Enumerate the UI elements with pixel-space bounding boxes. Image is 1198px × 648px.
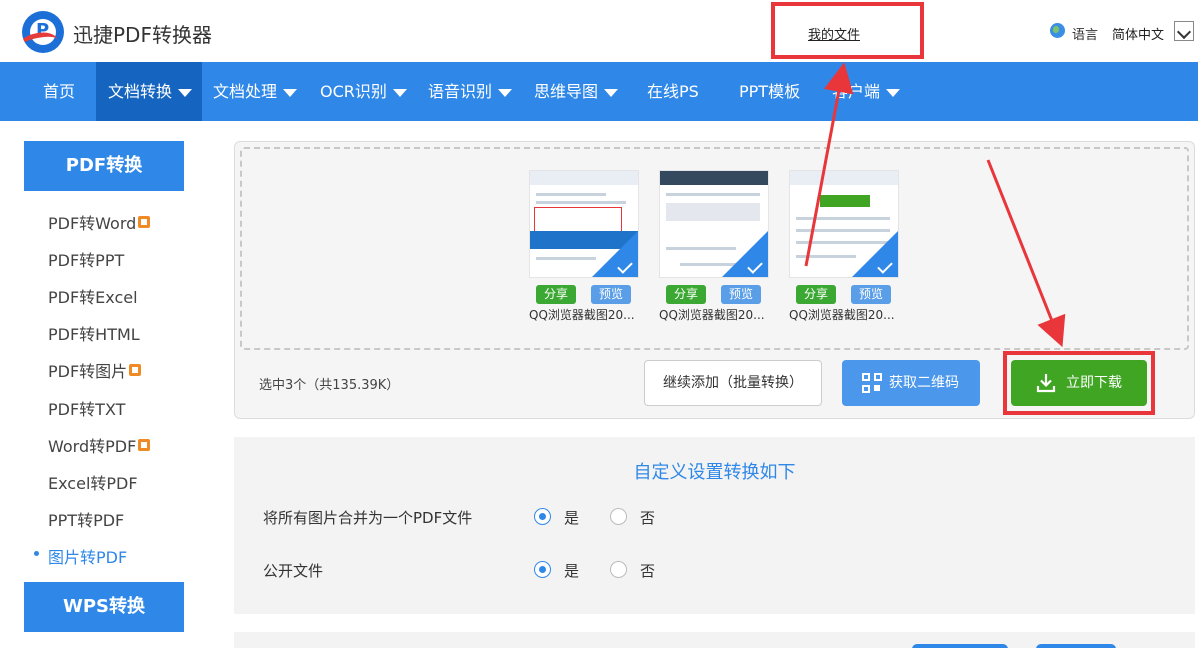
nav-item-ocr[interactable]: OCR识别 [320, 62, 407, 121]
partial-button[interactable] [912, 644, 1008, 648]
download-now-button[interactable]: 立即下载 [1011, 360, 1147, 406]
sidebar-item-word-to-pdf[interactable]: Word转PDF [48, 433, 151, 457]
sidebar-section-pdf-convert[interactable]: PDF转换 [24, 141, 184, 191]
preview-button[interactable]: 预览 [721, 285, 761, 304]
nav-item-label: 语音识别 [428, 82, 493, 101]
public-no-label[interactable]: 否 [640, 560, 655, 581]
top-header: P 迅捷PDF转换器 我的文件 语言 简体中文 [0, 0, 1198, 62]
language-select[interactable]: 简体中文 [1112, 24, 1164, 43]
sidebar-item-label: Word转PDF [48, 437, 137, 456]
nav-item-online-ps[interactable]: 在线PS [647, 62, 699, 121]
preview-button[interactable]: 预览 [851, 285, 891, 304]
download-label: 立即下载 [1066, 375, 1122, 391]
nav-item-label: 文档处理 [213, 82, 278, 101]
merge-option-label: 将所有图片合并为一个PDF文件 [263, 509, 473, 527]
file-thumbnail[interactable] [659, 170, 769, 278]
file-thumbnail[interactable] [789, 170, 899, 278]
sidebar-item-label: PDF转HTML [48, 325, 140, 344]
nav-item-label: 在线PS [647, 82, 699, 101]
active-dot-icon [34, 551, 39, 556]
sidebar-item-label: PPT转PDF [48, 511, 125, 530]
globe-icon [1050, 23, 1065, 38]
nav-item-label: 文档转换 [108, 82, 173, 101]
share-button[interactable]: 分享 [666, 285, 706, 304]
nav-item-label: 思维导图 [534, 82, 599, 101]
sidebar-item-label: Excel转PDF [48, 474, 138, 493]
file-name: QQ浏览器截图20... [789, 308, 895, 322]
nav-item-label: PPT模板 [739, 82, 801, 101]
nav-item-label: 首页 [43, 82, 76, 101]
download-icon [1036, 374, 1056, 393]
chevron-down-icon[interactable] [1174, 21, 1194, 41]
sidebar-item-pdf-to-word[interactable]: PDF转Word [48, 210, 151, 234]
nav-item-label: 客户端 [832, 82, 881, 101]
sidebar-item-pdf-to-ppt[interactable]: PDF转PPT [48, 247, 124, 271]
preview-button[interactable]: 预览 [591, 285, 631, 304]
sidebar-item-image-to-pdf[interactable]: 图片转PDF [48, 544, 127, 568]
nav-item-client[interactable]: 客户端 [832, 62, 901, 121]
public-yes-radio[interactable] [534, 561, 551, 578]
brand-name[interactable]: 迅捷PDF转换器 [73, 19, 212, 48]
nav-item-speech[interactable]: 语音识别 [428, 62, 513, 121]
sidebar-item-label: 图片转PDF [48, 548, 128, 567]
selected-files-info: 选中3个（共135.39K） [259, 378, 400, 393]
caret-down-icon [392, 88, 407, 97]
merge-no-label[interactable]: 否 [640, 507, 655, 528]
sidebar-item-label: PDF转PPT [48, 251, 125, 270]
sidebar-item-excel-to-pdf[interactable]: Excel转PDF [48, 470, 138, 494]
caret-down-icon [283, 88, 298, 97]
sidebar-item-label: PDF转Excel [48, 288, 138, 307]
caret-down-icon [886, 88, 901, 97]
page: P 迅捷PDF转换器 我的文件 语言 简体中文 首页 文档转换 文档处理 OCR… [0, 0, 1198, 648]
nav-item-mindmap[interactable]: 思维导图 [534, 62, 619, 121]
sidebar-item-pdf-to-excel[interactable]: PDF转Excel [48, 284, 138, 308]
continue-add-button[interactable]: 继续添加（批量转换） [644, 360, 822, 406]
nav-item-home[interactable]: 首页 [43, 62, 75, 121]
caret-down-icon [604, 88, 619, 97]
sidebar-item-ppt-to-pdf[interactable]: PPT转PDF [48, 507, 124, 531]
hot-badge-icon [138, 439, 151, 451]
file-thumbnail[interactable] [529, 170, 639, 278]
my-files-link[interactable]: 我的文件 [808, 24, 860, 43]
hot-badge-icon [138, 216, 151, 228]
main-nav: 首页 文档转换 文档处理 OCR识别 语音识别 思维导图 在线PS PPT模板 … [0, 62, 1198, 121]
sidebar-section-wps-convert[interactable]: WPS转换 [24, 582, 184, 632]
nav-item-ppt-template[interactable]: PPT模板 [739, 62, 800, 121]
qrcode-label: 获取二维码 [889, 375, 959, 391]
sidebar-item-label: PDF转TXT [48, 400, 126, 419]
caret-down-icon [498, 88, 513, 97]
sidebar-item-pdf-to-image[interactable]: PDF转图片 [48, 358, 142, 382]
merge-no-radio[interactable] [610, 508, 627, 525]
nav-item-label: OCR识别 [320, 82, 387, 101]
share-button[interactable]: 分享 [796, 285, 836, 304]
sidebar-list: PDF转Word PDF转PPT PDF转Excel PDF转HTML PDF转… [24, 191, 184, 581]
language-label: 语言 [1072, 28, 1099, 43]
sidebar-item-label: PDF转图片 [48, 362, 128, 381]
public-option-label: 公开文件 [263, 562, 324, 580]
public-no-radio[interactable] [610, 561, 627, 578]
file-name: QQ浏览器截图20... [529, 308, 635, 322]
caret-down-icon [178, 88, 193, 97]
sidebar-item-pdf-to-txt[interactable]: PDF转TXT [48, 396, 125, 420]
nav-item-doc-process[interactable]: 文档处理 [213, 62, 298, 121]
settings-title: 自定义设置转换如下 [633, 462, 796, 483]
hot-badge-icon [129, 364, 142, 376]
app-logo[interactable]: P [22, 11, 64, 53]
get-qrcode-button[interactable]: 获取二维码 [842, 360, 980, 406]
file-name: QQ浏览器截图20... [659, 308, 765, 322]
merge-yes-label[interactable]: 是 [564, 507, 579, 528]
partial-button[interactable] [1036, 644, 1116, 648]
nav-item-doc-convert[interactable]: 文档转换 [96, 62, 202, 121]
sidebar-item-pdf-to-html[interactable]: PDF转HTML [48, 321, 140, 345]
merge-yes-radio[interactable] [534, 508, 551, 525]
sidebar-item-label: PDF转Word [48, 214, 137, 233]
qrcode-icon [862, 373, 882, 393]
share-button[interactable]: 分享 [536, 285, 576, 304]
public-yes-label[interactable]: 是 [564, 560, 579, 581]
